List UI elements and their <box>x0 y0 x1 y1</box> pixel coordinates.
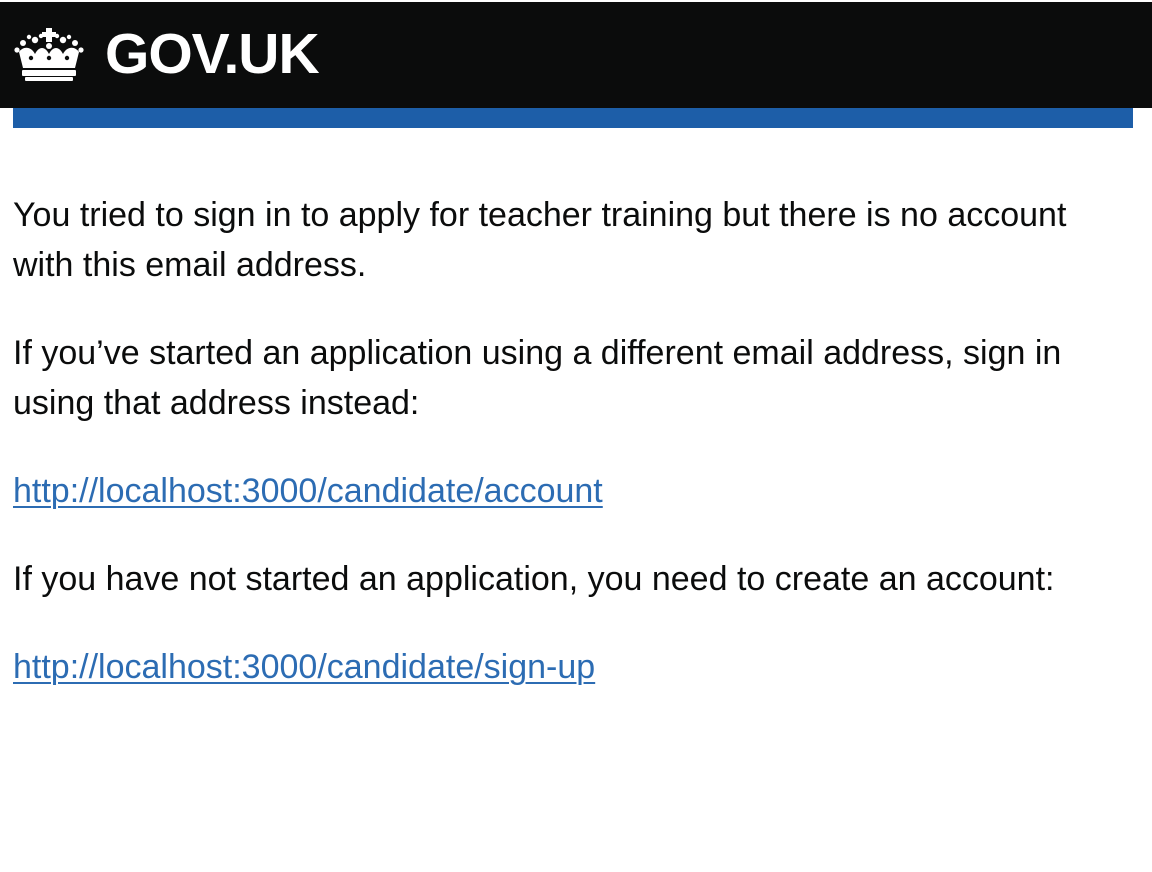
signup-link-paragraph: http://localhost:3000/candidate/sign-up <box>13 642 1103 692</box>
govuk-header: GOV.UK <box>0 2 1152 108</box>
account-link-paragraph: http://localhost:3000/candidate/account <box>13 466 1103 516</box>
govuk-logotype: GOV.UK <box>105 22 320 86</box>
different-email-message: If you’ve started an application using a… <box>13 334 1062 422</box>
crown-icon <box>14 27 84 81</box>
no-account-message: You tried to sign in to apply for teache… <box>13 196 1067 284</box>
sign-up-link[interactable]: http://localhost:3000/candidate/sign-up <box>13 648 595 686</box>
govuk-logo[interactable]: GOV.UK <box>13 22 320 86</box>
header-accent-bar <box>13 108 1133 128</box>
email-body: You tried to sign in to apply for teache… <box>0 128 1116 692</box>
account-link[interactable]: http://localhost:3000/candidate/account <box>13 472 603 510</box>
create-account-message: If you have not started an application, … <box>13 560 1055 598</box>
